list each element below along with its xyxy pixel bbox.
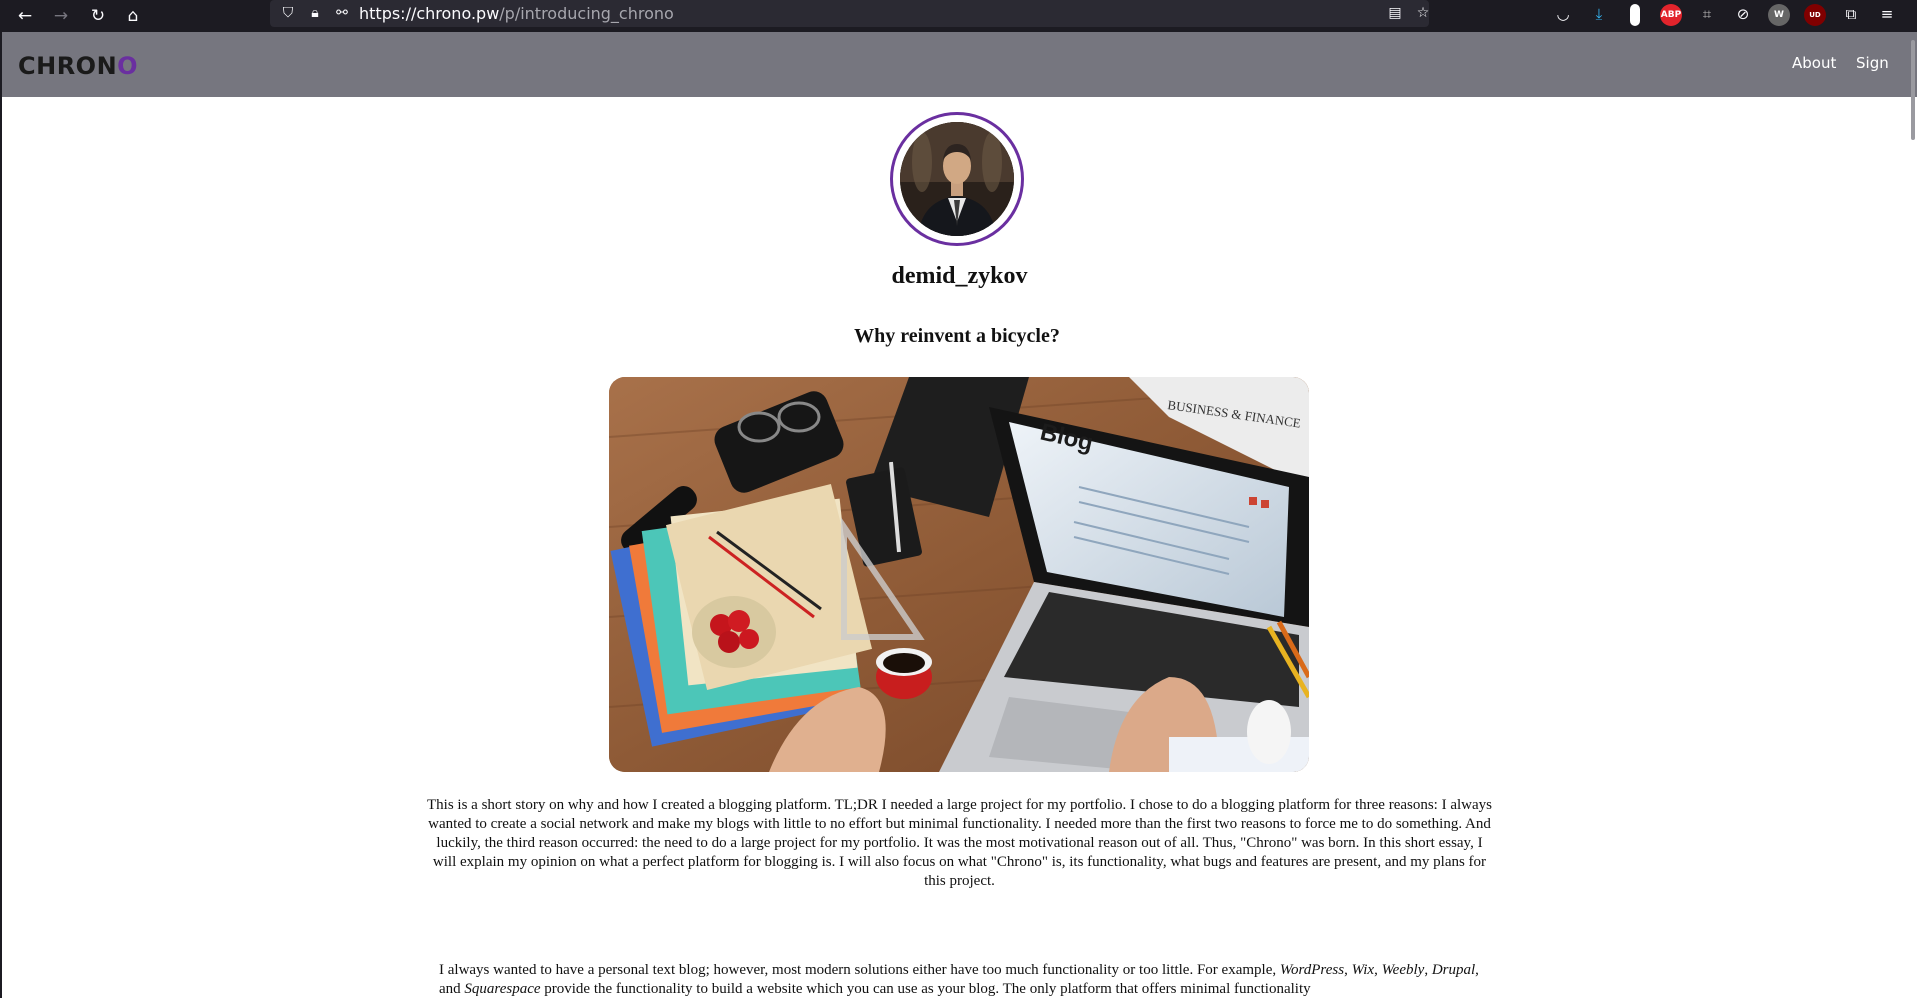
author-avatar-ring[interactable]: [890, 112, 1024, 246]
post-title: Why reinvent a bicycle?: [854, 325, 1060, 347]
extensions-icon[interactable]: ⧉: [1840, 3, 1862, 25]
pocket-icon[interactable]: ◡: [1552, 3, 1574, 25]
url-host: https://chrono.pw: [359, 4, 500, 23]
page-viewport: CHRONO About Sign demid_zykov Why reinve…: [0, 32, 1917, 998]
menu-icon[interactable]: ≡: [1876, 3, 1898, 25]
url-text[interactable]: https://chrono.pw/p/introducing_chrono: [359, 3, 674, 24]
logo-accent: O: [117, 52, 139, 80]
post-intro: This is a short story on why and how I c…: [427, 797, 1492, 889]
permissions-icon[interactable]: ⚯: [332, 3, 352, 23]
nav-about-link[interactable]: About: [1792, 54, 1836, 72]
author-username[interactable]: demid_zykov: [2, 263, 1917, 290]
post-body-paragraph: I always wanted to have a personal text …: [439, 961, 1479, 998]
shield-icon[interactable]: ⛉: [278, 3, 298, 23]
post-hero-image: BUSINESS & FINANCE Blog: [609, 377, 1309, 772]
url-path: /p/introducing_chrono: [499, 4, 674, 23]
lock-icon[interactable]: 🔒︎: [305, 3, 325, 23]
adblock-label: ABP: [1660, 10, 1682, 20]
forward-icon[interactable]: →: [49, 4, 73, 28]
body-text: provide the functionality to build a web…: [540, 981, 1311, 997]
body-text: ,: [1344, 962, 1352, 978]
wikipedia-icon[interactable]: W: [1768, 4, 1790, 26]
body-italic: Weebly: [1381, 962, 1425, 978]
logo-main: CHRON: [18, 52, 118, 80]
url-bar[interactable]: ⛉ 🔒︎ ⚯ https://chrono.pw/p/introducing_c…: [270, 0, 1429, 27]
reader-view-icon[interactable]: ▤: [1385, 3, 1405, 23]
home-icon[interactable]: ⌂: [121, 4, 145, 28]
back-icon[interactable]: ←: [13, 4, 37, 28]
reload-icon[interactable]: ↻: [86, 4, 110, 28]
browser-toolbar: ← → ↻ ⌂ ⛉ 🔒︎ ⚯ https://chrono.pw/p/intro…: [0, 0, 1917, 32]
downloads-icon[interactable]: ⤓: [1588, 3, 1610, 25]
hero-illustration: BUSINESS & FINANCE Blog: [609, 377, 1309, 772]
body-italic: Wix: [1351, 962, 1375, 978]
sync-icon[interactable]: ⊘: [1732, 3, 1754, 25]
body-italic: Squarespace: [464, 981, 541, 997]
crop-icon[interactable]: ⌗: [1696, 3, 1718, 25]
avatar: [900, 122, 1014, 236]
body-italic: Drupal: [1431, 962, 1476, 978]
page-scrollbar[interactable]: [1911, 40, 1915, 140]
avatar-photo: [900, 122, 1014, 236]
body-text: ,: [1374, 962, 1382, 978]
nav-sign-link[interactable]: Sign: [1856, 54, 1889, 72]
ublock-icon[interactable]: UD: [1804, 4, 1826, 26]
site-header: CHRONO About Sign: [2, 32, 1917, 97]
body-text: ,: [1424, 962, 1432, 978]
bookmark-star-icon[interactable]: ☆: [1413, 3, 1433, 23]
site-logo[interactable]: CHRONO: [18, 52, 138, 80]
body-italic: WordPress: [1279, 962, 1345, 978]
body-text: I always wanted to have a personal text …: [439, 962, 1280, 978]
extension-icon[interactable]: [1630, 4, 1640, 26]
wikipedia-label: W: [1774, 10, 1784, 20]
adblock-icon[interactable]: ABP: [1660, 4, 1682, 26]
ublock-label: UD: [1809, 11, 1821, 19]
